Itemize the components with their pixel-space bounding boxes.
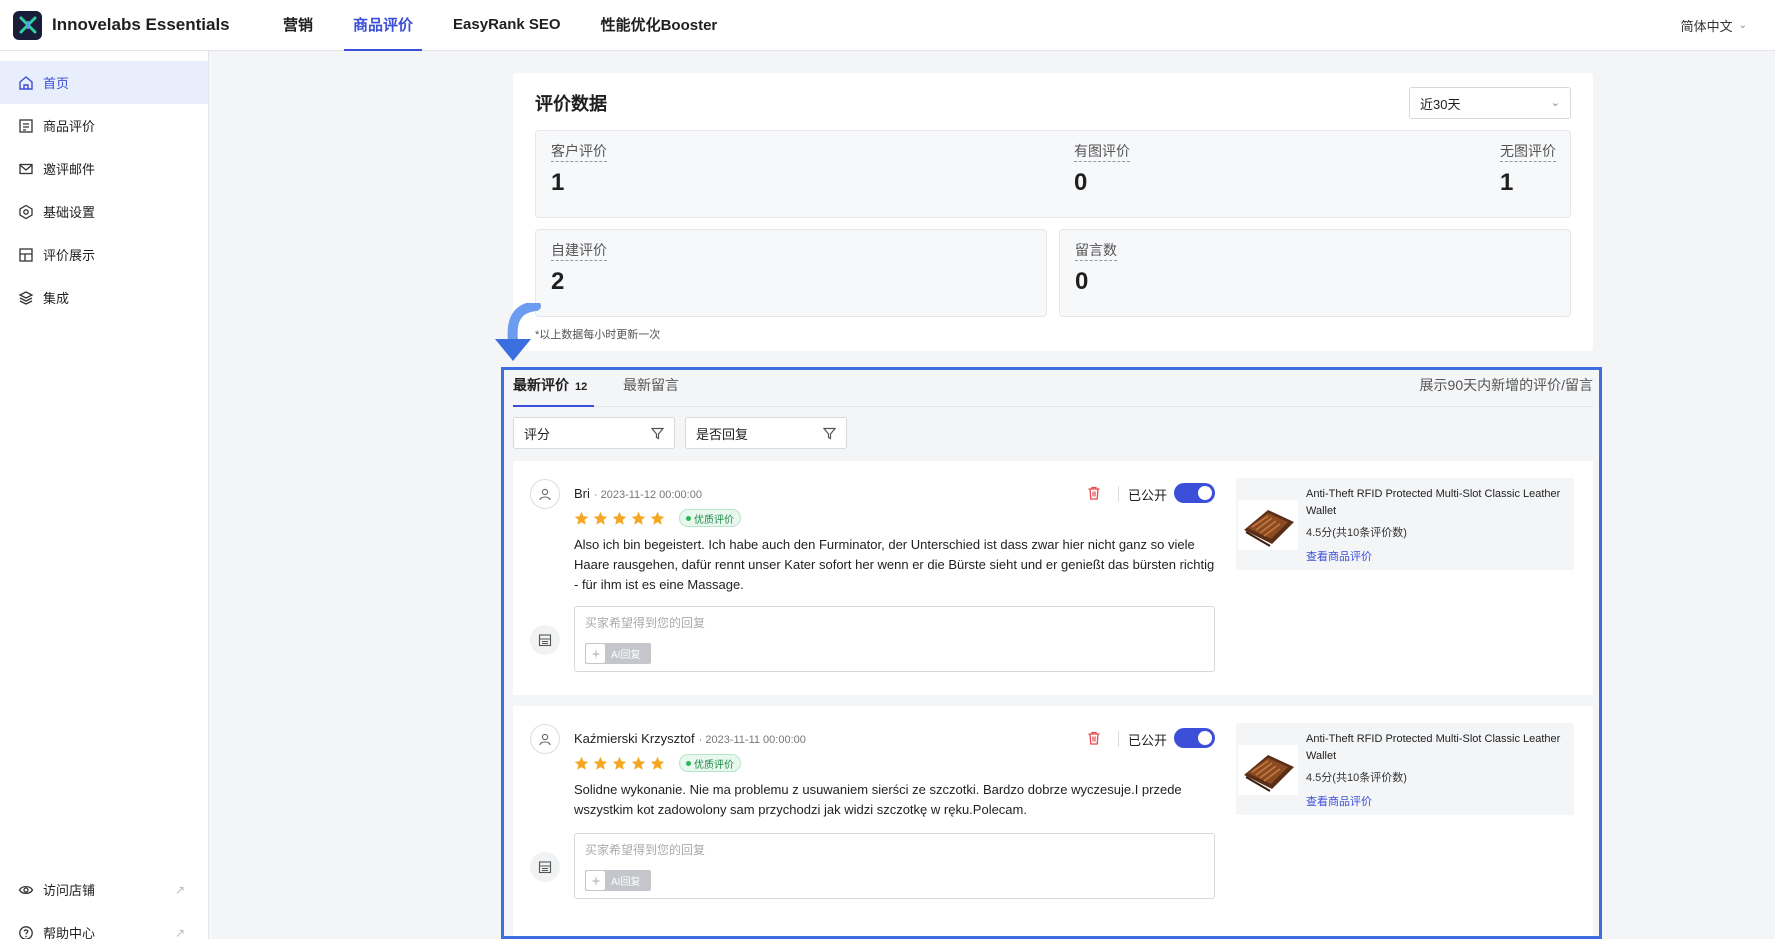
stat-comments-value: 0 xyxy=(1075,268,1089,295)
review-list-icon xyxy=(19,118,33,133)
stat-with-image-value: 0 xyxy=(1074,169,1088,196)
mail-icon xyxy=(19,163,33,174)
sidebar-item-reviews[interactable]: 商品评价 xyxy=(0,104,208,147)
sidebar-item-label: 集成 xyxy=(43,291,70,306)
chevron-down-icon: ⌄ xyxy=(1550,97,1560,109)
stat-without-image-label: 无图评价 xyxy=(1500,141,1556,162)
help-icon xyxy=(19,925,33,939)
eye-icon xyxy=(18,885,34,894)
nav-product-reviews[interactable]: 商品评价 xyxy=(344,0,423,51)
stat-row-1: 客户评价 1 有图评价 0 无图评价 1 xyxy=(535,130,1571,218)
app-logo[interactable] xyxy=(13,10,42,40)
settings-icon xyxy=(19,204,33,219)
sidebar-item-home[interactable]: 首页 xyxy=(0,61,208,104)
stat-customer-reviews-value: 1 xyxy=(551,169,565,196)
stat-comments-box: 留言数 0 xyxy=(1059,229,1571,317)
sidebar-item-display[interactable]: 评价展示 xyxy=(0,233,208,276)
stat-customer-reviews-label: 客户评价 xyxy=(551,141,607,162)
sidebar-item-label: 首页 xyxy=(43,76,70,91)
review-stats-card: 评价数据 近30天 ⌄ 客户评价 1 有图评价 0 无图评价 1 自建评价 2 … xyxy=(513,73,1593,351)
sidebar-item-label: 评价展示 xyxy=(43,248,96,263)
chevron-down-icon: ⌄ xyxy=(1738,20,1747,31)
layers-icon xyxy=(18,290,34,305)
update-note: *以上数据每小时更新一次 xyxy=(535,329,661,341)
highlight-frame xyxy=(501,367,1602,939)
external-link-icon: ↗ xyxy=(174,882,185,897)
main-nav: 营销 商品评价 EasyRank SEO 性能优化Booster xyxy=(274,0,748,51)
language-label: 简体中文 xyxy=(1680,19,1733,34)
layout-icon xyxy=(19,247,33,262)
sidebar-item-label: 商品评价 xyxy=(43,119,96,134)
home-icon xyxy=(19,75,33,90)
stat-self-created-label: 自建评价 xyxy=(551,240,607,261)
sidebar-item-settings[interactable]: 基础设置 xyxy=(0,190,208,233)
sidebar-item-invite-mail[interactable]: 邀评邮件 xyxy=(0,147,208,190)
sidebar-item-label: 基础设置 xyxy=(43,205,96,220)
nav-marketing[interactable]: 营销 xyxy=(274,0,322,51)
date-range-select[interactable]: 近30天 ⌄ xyxy=(1409,87,1571,119)
arrow-down-icon xyxy=(495,303,541,361)
sidebar: 首页 商品评价 邀评邮件 基础设置 评价展示 集成 访问店铺 ↗ 帮助中心 ↗ xyxy=(0,51,209,939)
external-link-icon: ↗ xyxy=(174,925,185,939)
stats-title: 评价数据 xyxy=(535,94,607,114)
sidebar-item-label: 访问店铺 xyxy=(43,883,96,898)
stat-comments-label: 留言数 xyxy=(1075,240,1117,261)
sidebar-item-visit-store[interactable]: 访问店铺 ↗ xyxy=(0,868,209,911)
top-bar: Innovelabs Essentials 营销 商品评价 EasyRank S… xyxy=(0,0,1775,51)
sidebar-item-integrations[interactable]: 集成 xyxy=(0,276,208,319)
sidebar-item-help[interactable]: 帮助中心 ↗ xyxy=(0,911,209,939)
nav-easyrank-seo[interactable]: EasyRank SEO xyxy=(444,0,570,51)
stat-with-image-label: 有图评价 xyxy=(1074,141,1130,162)
language-selector[interactable]: 简体中文 ⌄ xyxy=(1681,0,1747,51)
stat-without-image-value: 1 xyxy=(1500,169,1514,196)
nav-booster[interactable]: 性能优化Booster xyxy=(592,0,727,51)
sidebar-item-label: 邀评邮件 xyxy=(43,162,96,177)
app-title: Innovelabs Essentials xyxy=(52,15,230,34)
stat-self-created-value: 2 xyxy=(551,268,565,295)
sidebar-bottom: 访问店铺 ↗ 帮助中心 ↗ xyxy=(0,868,209,939)
stat-self-created-box: 自建评价 2 xyxy=(535,229,1047,317)
date-range-value: 近30天 xyxy=(1420,96,1461,112)
sidebar-item-label: 帮助中心 xyxy=(43,926,96,939)
